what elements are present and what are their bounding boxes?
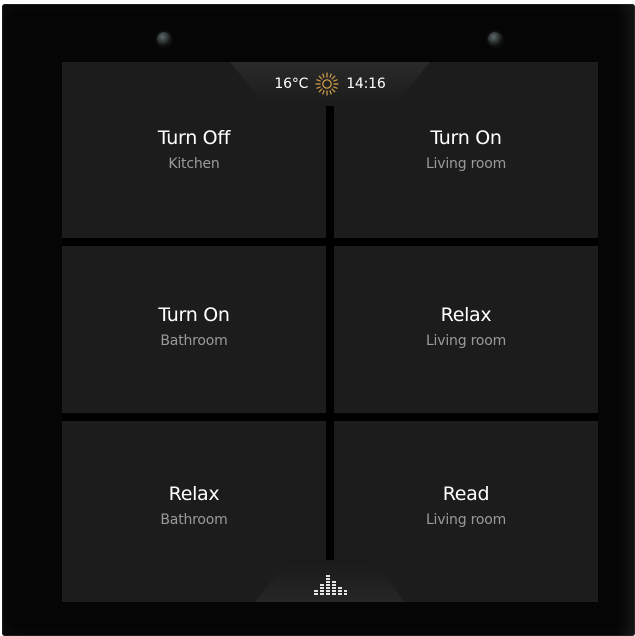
device-panel: Turn Off Kitchen Turn On Living room Tur… (2, 4, 635, 636)
scene-title: Turn Off (157, 127, 231, 149)
temperature-readout: 16°C (274, 76, 309, 92)
scene-room: Bathroom (160, 512, 228, 528)
scene-room: Kitchen (168, 156, 220, 172)
scene-title: Read (442, 483, 490, 505)
clock-readout: 14:16 (346, 76, 386, 92)
scene-room: Bathroom (160, 333, 228, 349)
scene-tile-turn-on-bathroom[interactable]: Turn On Bathroom (62, 246, 326, 413)
scene-title: Turn On (430, 127, 502, 149)
scene-room: Living room (425, 156, 507, 172)
scene-tile-relax-living-room[interactable]: Relax Living room (334, 246, 598, 413)
proximity-sensor-right (488, 32, 502, 46)
touch-screen: Turn Off Kitchen Turn On Living room Tur… (62, 62, 598, 602)
scene-title: Relax (168, 483, 220, 505)
scene-room: Living room (425, 333, 507, 349)
sun-icon (315, 72, 339, 96)
scene-title: Turn On (158, 304, 230, 326)
scene-room: Living room (425, 512, 507, 528)
equalizer-icon (314, 575, 347, 595)
scene-title: Relax (440, 304, 492, 326)
proximity-sensor-left (157, 32, 171, 46)
